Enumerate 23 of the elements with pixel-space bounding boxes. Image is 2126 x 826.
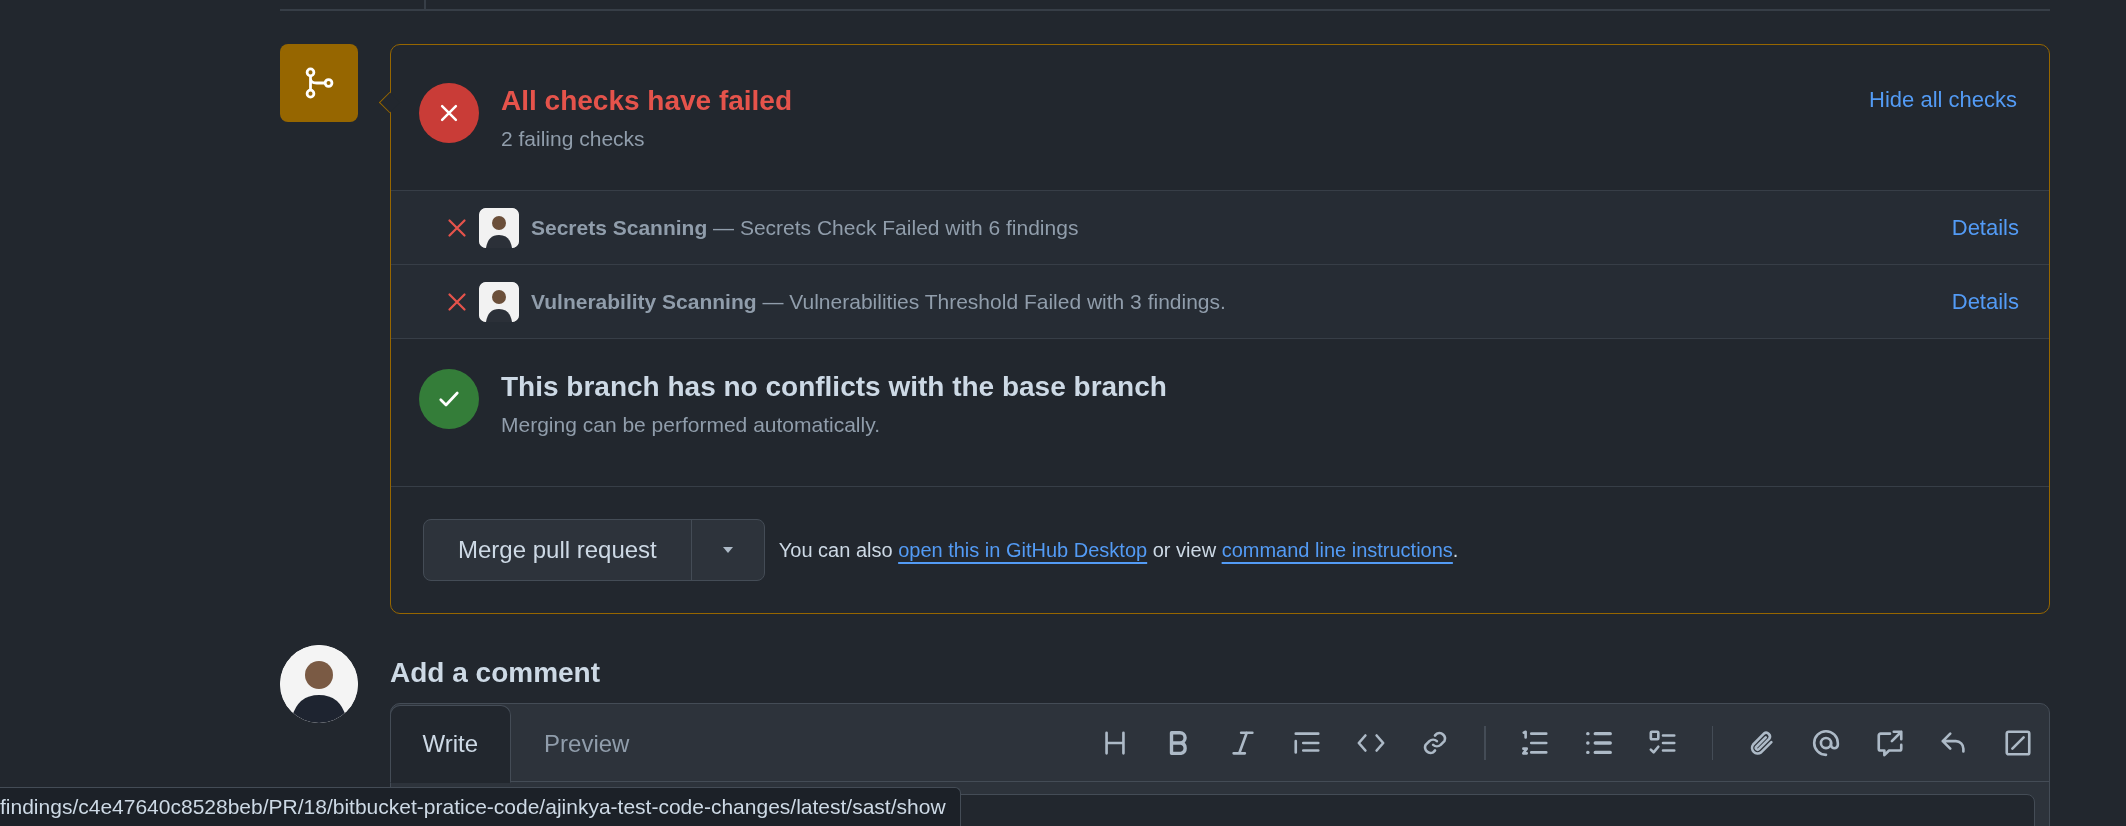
desktop-link[interactable]: open this in GitHub Desktop <box>898 538 1148 561</box>
mention-icon[interactable] <box>1811 727 1841 758</box>
checks-title: All checks have failed <box>501 85 794 117</box>
conflicts-subtitle: Merging can be performed automatically. <box>501 413 881 437</box>
cross-reference-icon[interactable] <box>1875 727 1905 758</box>
check-description: Vulnerability Scanning — Vulnerabilities Threshold Failed with 3 findings. <box>531 289 1227 314</box>
editor-tab[interactable]: Write <box>389 704 512 783</box>
details-link[interactable]: Details <box>1951 288 2019 315</box>
branch-icon <box>280 44 358 122</box>
conflicts-title: This branch has no conflicts with the base branch <box>501 371 1168 403</box>
comment-heading: Add a comment <box>390 657 602 689</box>
check-description: Secrets Scanning — Secrets Check Failed with 6 findings <box>531 215 1080 240</box>
avatar-icon <box>479 281 519 322</box>
numbered-list-icon[interactable] <box>1519 727 1550 758</box>
link-preview-tooltip: findings/c4e47640c8528beb/PR/18/bitbucket-pratice-code/ajinkya-test-code-changes/latest/sast/show <box>0 787 961 826</box>
details-link[interactable]: Details <box>1951 214 2019 241</box>
editor-tab[interactable]: Preview <box>511 704 663 783</box>
merge-hint: You can also open this in GitHub Desktop or view command line instructions. <box>778 538 1459 562</box>
command-line-link[interactable]: command line instructions <box>1221 538 1453 561</box>
avatar-icon <box>479 207 519 248</box>
fullscreen-icon[interactable] <box>2003 727 2033 758</box>
checks-subtitle: 2 failing checks <box>501 127 646 151</box>
hide-checks-link[interactable]: Hide all checks <box>1869 87 2017 113</box>
